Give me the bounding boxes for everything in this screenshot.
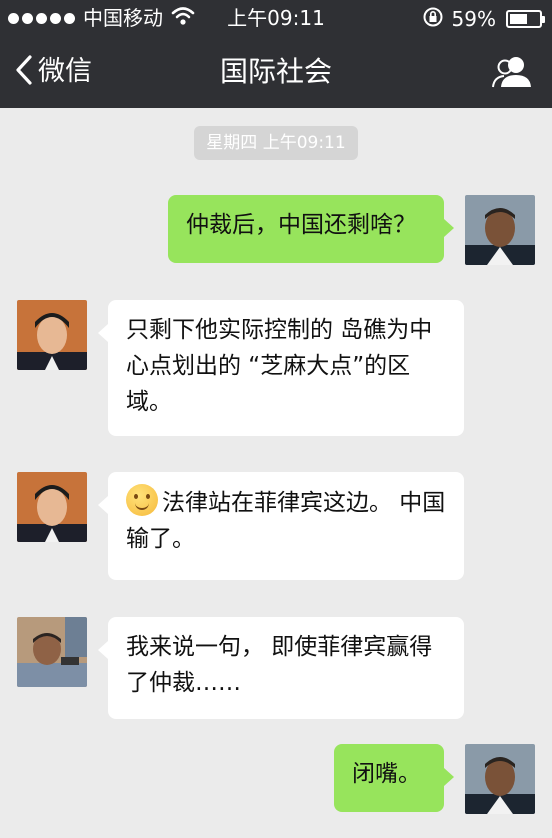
chat-timestamp: 星期四 上午09:11: [194, 126, 358, 160]
message-bubble[interactable]: 仲裁后，中国还剩啥？: [168, 195, 454, 263]
message-text: 闭嘴。: [352, 761, 421, 787]
message-bubble[interactable]: 我来说一句， 即使菲律宾赢得了仲裁……: [98, 617, 464, 719]
battery-icon: [506, 10, 545, 28]
chat-info-button[interactable]: [492, 54, 532, 94]
rotation-lock-icon: [422, 6, 444, 32]
avatar[interactable]: [465, 195, 535, 265]
smile-emoji-icon: [126, 484, 158, 516]
status-bar: 中国移动 上午09:11 59%: [0, 0, 552, 38]
status-right: 59%: [422, 6, 545, 32]
message-text: 我来说一句， 即使菲律宾赢得了仲裁……: [126, 634, 433, 696]
message-text: 仲裁后，中国还剩啥？: [186, 212, 416, 238]
battery-percent: 59%: [451, 7, 496, 31]
contacts-icon: [492, 57, 532, 94]
avatar[interactable]: [465, 744, 535, 814]
message-bubble[interactable]: 闭嘴。: [334, 744, 454, 812]
message-text: 法律站在菲律宾这边。 中国输了。: [126, 490, 446, 552]
wechat-chat-screen: 中国移动 上午09:11 59% 微信 国际社会 星期四 上午09:11 仲裁后…: [0, 0, 552, 838]
message-bubble[interactable]: 法律站在菲律宾这边。 中国输了。: [98, 472, 464, 580]
battery-level: [510, 14, 527, 24]
chat-title: 国际社会: [219, 55, 332, 88]
avatar[interactable]: [17, 617, 87, 687]
timestamp-row: 星期四 上午09:11: [0, 126, 552, 160]
message-bubble[interactable]: 只剩下他实际控制的 岛礁为中心点划出的 “芝麻大点”的区域。: [98, 300, 464, 436]
message-text: 只剩下他实际控制的 岛礁为中心点划出的 “芝麻大点”的区域。: [126, 317, 433, 415]
avatar[interactable]: [17, 472, 87, 542]
nav-bar: 微信 国际社会: [0, 38, 552, 108]
avatar[interactable]: [17, 300, 87, 370]
